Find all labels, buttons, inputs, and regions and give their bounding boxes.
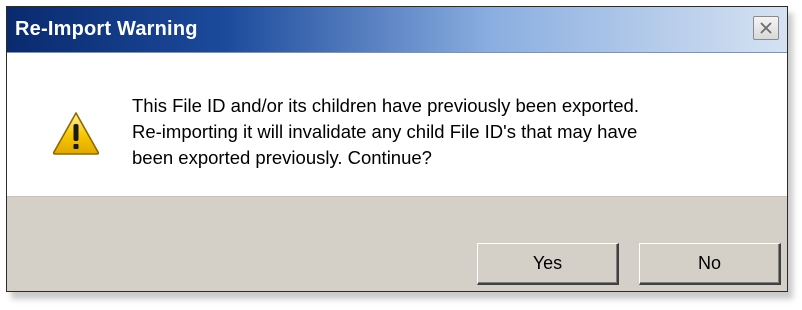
button-bar: Yes No (7, 196, 787, 291)
warning-message: This File ID and/or its children have pr… (132, 93, 762, 171)
message-line-1: This File ID and/or its children have pr… (132, 95, 639, 116)
close-icon (760, 22, 772, 34)
message-line-2: Re-importing it will invalidate any chil… (132, 121, 638, 142)
warning-icon (52, 112, 100, 155)
no-button[interactable]: No (639, 243, 781, 285)
yes-button[interactable]: Yes (477, 243, 619, 285)
close-button[interactable] (753, 16, 779, 40)
message-line-3: been exported previously. Continue? (132, 147, 432, 168)
message-area: This File ID and/or its children have pr… (7, 53, 787, 196)
reimport-warning-dialog: Re-Import Warning This File ID and/or it… (6, 6, 788, 292)
dialog-title: Re-Import Warning (15, 18, 198, 40)
title-bar[interactable]: Re-Import Warning (7, 7, 787, 53)
